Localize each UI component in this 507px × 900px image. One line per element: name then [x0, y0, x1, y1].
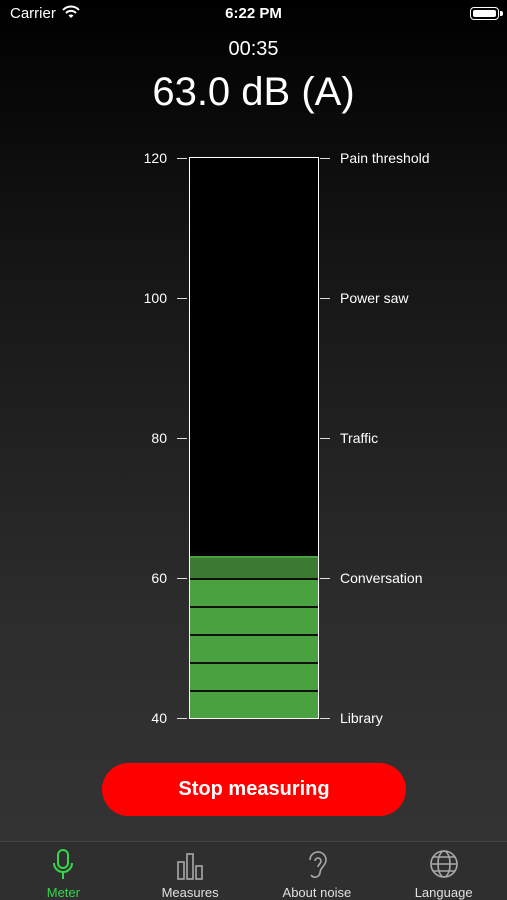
- tick-mark-right: [320, 578, 330, 579]
- level-meter: [189, 157, 319, 719]
- tab-about-noise[interactable]: About noise: [254, 842, 381, 900]
- tick-reference-label: Traffic: [340, 430, 379, 446]
- tick-value: 100: [143, 290, 167, 306]
- meter-level-fill: [190, 556, 318, 718]
- tab-label: Meter: [46, 885, 80, 900]
- tick-mark-right: [320, 438, 330, 439]
- tick-mark-left: [177, 578, 187, 579]
- meter-segment-divider: [190, 634, 318, 636]
- tick-reference-label: Library: [340, 710, 383, 726]
- stop-measuring-button[interactable]: Stop measuring: [102, 763, 406, 816]
- tab-meter[interactable]: Meter: [0, 842, 127, 900]
- tick-value: 120: [143, 150, 167, 166]
- tab-label: About noise: [282, 885, 352, 900]
- tick-mark-right: [320, 718, 330, 719]
- tick-mark-right: [320, 158, 330, 159]
- bar-chart-icon: [175, 848, 205, 887]
- battery-icon: [470, 7, 503, 20]
- tick-reference-label: Power saw: [340, 290, 409, 306]
- tick-value: 80: [151, 430, 167, 446]
- tab-label: Language: [414, 885, 473, 900]
- tick-mark-left: [177, 438, 187, 439]
- tick-value: 60: [151, 570, 167, 586]
- tab-bar: Meter Measures About noise Language: [0, 841, 507, 900]
- meter-segment-divider: [190, 690, 318, 692]
- elapsed-timer: 00:35: [228, 38, 279, 60]
- tick-mark-left: [177, 158, 187, 159]
- status-bar: Carrier 6:22 PM: [0, 0, 507, 28]
- microphone-icon: [51, 848, 75, 887]
- meter-segment-divider: [190, 662, 318, 664]
- db-reading: 63.0 dB (A): [152, 70, 355, 114]
- tick-mark-right: [320, 298, 330, 299]
- ear-icon: [305, 848, 329, 887]
- tab-label: Measures: [161, 885, 219, 900]
- tick-reference-label: Pain threshold: [340, 150, 430, 166]
- clock: 6:22 PM: [225, 5, 282, 22]
- tick-value: 40: [151, 710, 167, 726]
- tick-mark-left: [177, 718, 187, 719]
- meter-segment-divider: [190, 578, 318, 580]
- tick-mark-left: [177, 298, 187, 299]
- tick-reference-label: Conversation: [340, 570, 423, 586]
- meter-peak-segment: [190, 558, 318, 579]
- meter-segment-divider: [190, 606, 318, 608]
- tab-language[interactable]: Language: [380, 842, 507, 900]
- tab-measures[interactable]: Measures: [127, 842, 254, 900]
- globe-icon: [428, 848, 460, 887]
